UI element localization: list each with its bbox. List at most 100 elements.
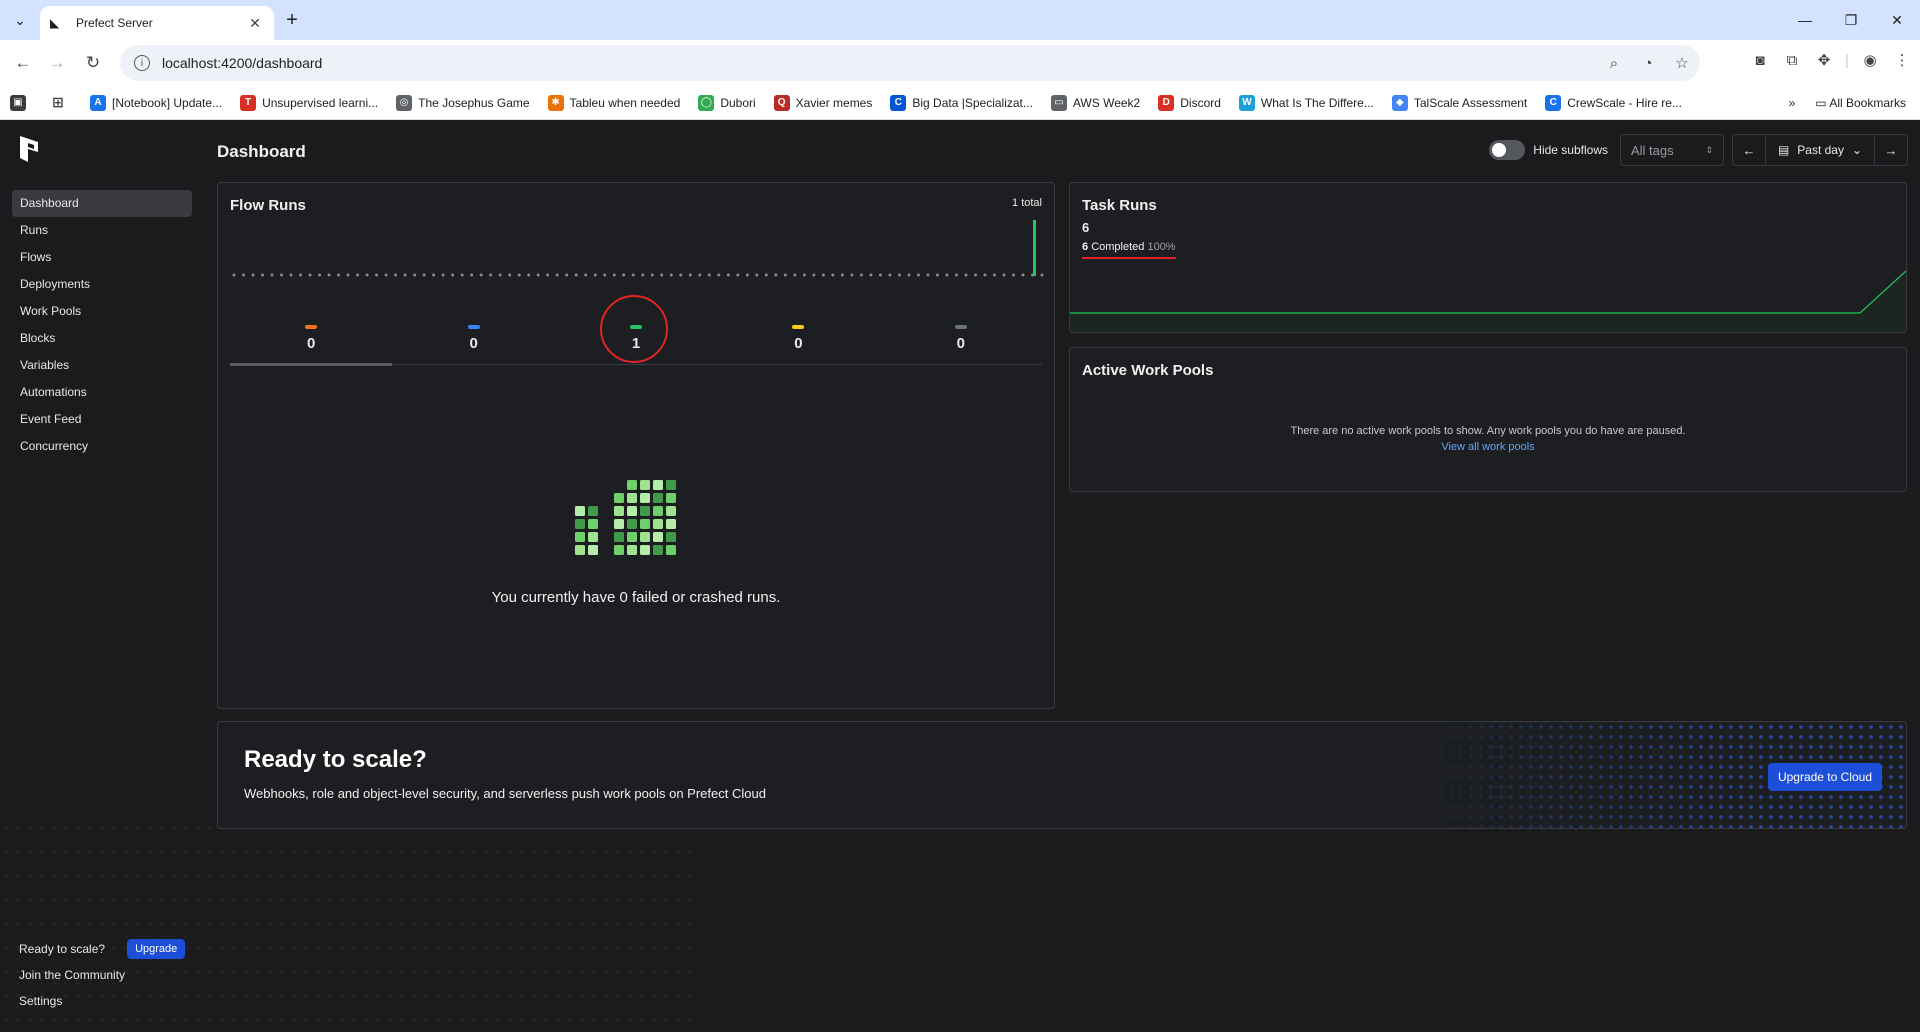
histogram-empty-dot bbox=[384, 273, 388, 277]
histogram-empty-dot bbox=[593, 273, 597, 277]
sidebar: Dashboard Runs Flows Deployments Work Pools B… bbox=[0, 120, 200, 1032]
page-title: Dashboard bbox=[217, 142, 306, 161]
prefect-logo-icon[interactable] bbox=[18, 134, 42, 164]
upgrade-to-cloud-button[interactable]: Upgrade to Cloud bbox=[1767, 763, 1882, 791]
address-bar[interactable]: i localhost:4200/dashboard ⌕ ◔ ☆ bbox=[120, 45, 1700, 81]
completed-count: 6 bbox=[1082, 241, 1089, 253]
bookmark-item[interactable]: ◎ The Josephus Game bbox=[396, 94, 530, 111]
illustration-cell bbox=[640, 532, 650, 542]
histogram-empty-dot bbox=[679, 273, 683, 277]
state-count: 0 bbox=[956, 335, 965, 352]
bookmark-favicon-icon: ▭ bbox=[1050, 94, 1067, 111]
profile-icon[interactable]: ◉ bbox=[1860, 50, 1880, 70]
browser-tab[interactable]: ◣ Prefect Server ✕ bbox=[40, 6, 274, 40]
hide-subflows-toggle[interactable] bbox=[1489, 140, 1526, 160]
histogram-empty-dot bbox=[622, 273, 626, 277]
sidebar-item-work-pools[interactable]: Work Pools bbox=[12, 298, 192, 325]
sidebar-item-variables[interactable]: Variables bbox=[12, 352, 192, 379]
sidebar-item-flows[interactable]: Flows bbox=[12, 244, 192, 271]
tab-running[interactable]: 0 bbox=[392, 313, 554, 364]
sidebar-item-deployments[interactable]: Deployments bbox=[12, 271, 192, 298]
url-text[interactable]: localhost:4200/dashboard bbox=[162, 55, 322, 71]
tab-close-icon[interactable]: ✕ bbox=[246, 15, 264, 32]
sidebar-item-automations[interactable]: Automations bbox=[12, 379, 192, 406]
date-next-icon[interactable]: → bbox=[1875, 135, 1907, 165]
bookmark-item[interactable]: T Unsupervised learni... bbox=[240, 94, 378, 111]
histogram-empty-dot bbox=[403, 273, 407, 277]
bookmarks-bar: ▣ ⊞ A [Notebook] Update... T Unsupervised l… bbox=[0, 86, 1920, 120]
histogram-completed-bar[interactable] bbox=[1033, 220, 1036, 276]
task-runs-card: Task Runs 6 6 Completed 100% bbox=[1069, 182, 1907, 333]
view-all-work-pools-link[interactable]: View all work pools bbox=[1070, 441, 1906, 453]
restore-icon[interactable]: ❐ bbox=[1828, 0, 1874, 40]
bookmark-item[interactable]: ◯ Dubori bbox=[698, 94, 756, 111]
histogram-empty-dot bbox=[745, 273, 749, 277]
bookmark-item[interactable]: D Discord bbox=[1158, 94, 1221, 111]
bookmark-item[interactable]: W What Is The Differe... bbox=[1238, 94, 1374, 111]
completed-label: Completed bbox=[1091, 241, 1145, 253]
bookmark-star-icon[interactable]: ☆ bbox=[1672, 53, 1692, 73]
minimize-icon[interactable]: — bbox=[1782, 0, 1828, 40]
sidebar-item-event-feed[interactable]: Event Feed bbox=[12, 406, 192, 433]
sidebar-item-blocks[interactable]: Blocks bbox=[12, 325, 192, 352]
menu-kebab-icon[interactable]: ⋮ bbox=[1892, 50, 1912, 70]
new-tab-icon[interactable]: + bbox=[280, 8, 304, 32]
close-window-icon[interactable]: ✕ bbox=[1874, 0, 1920, 40]
zoom-icon[interactable]: ⌕ bbox=[1604, 53, 1624, 73]
date-range-select[interactable]: ▤ Past day ⌄ bbox=[1765, 135, 1875, 165]
histogram-empty-dot bbox=[850, 273, 854, 277]
bookmark-item[interactable]: C CrewScale - Hire re... bbox=[1545, 94, 1682, 111]
calendar-icon: ▤ bbox=[1777, 143, 1790, 157]
reload-icon[interactable]: ↻ bbox=[80, 50, 106, 76]
forward-icon[interactable]: → bbox=[44, 50, 70, 76]
settings-link[interactable]: Settings bbox=[19, 988, 199, 1014]
tags-select-value: All tags bbox=[1631, 142, 1674, 158]
camera-icon[interactable]: ◙ bbox=[1750, 50, 1770, 70]
back-icon[interactable]: ← bbox=[10, 50, 36, 76]
chevron-down-icon: ⌄ bbox=[1851, 143, 1863, 157]
bookmark-item[interactable]: A [Notebook] Update... bbox=[90, 94, 222, 111]
tab-search-icon[interactable]: ⌄ bbox=[8, 8, 32, 32]
tab-cancelled[interactable]: 0 bbox=[880, 313, 1042, 364]
upgrade-button[interactable]: Upgrade bbox=[127, 939, 186, 959]
histogram-empty-dot bbox=[299, 273, 303, 277]
bookmark-favicon-icon: W bbox=[1238, 94, 1255, 111]
bookmark-item[interactable]: Q Xavier memes bbox=[773, 94, 872, 111]
sidebar-item-dashboard[interactable]: Dashboard bbox=[12, 190, 192, 217]
bookmark-item[interactable]: C Big Data |Specializat... bbox=[890, 94, 1033, 111]
histogram-empty-dot bbox=[337, 273, 341, 277]
bookmark-item[interactable]: ▭ AWS Week2 bbox=[1050, 94, 1140, 111]
all-bookmarks-folder[interactable]: ▭ All Bookmarks bbox=[1815, 96, 1906, 110]
more-bookmarks-icon[interactable]: » bbox=[1789, 96, 1796, 110]
histogram-empty-dot bbox=[546, 273, 550, 277]
tab-title: Prefect Server bbox=[76, 16, 153, 30]
histogram-empty-dot bbox=[945, 273, 949, 277]
histogram-empty-dot bbox=[1011, 273, 1015, 277]
illustration-cell bbox=[666, 493, 676, 503]
illustration-cell bbox=[666, 545, 676, 555]
illustration-cell bbox=[640, 519, 650, 529]
histogram-empty-dot bbox=[869, 273, 873, 277]
bookmark-item[interactable]: ✱ Tableu when needed bbox=[547, 94, 680, 111]
tab-failed[interactable]: 0 bbox=[230, 313, 393, 366]
date-prev-icon[interactable]: ← bbox=[1733, 135, 1765, 165]
histogram-empty-dot bbox=[888, 273, 892, 277]
tags-select[interactable]: All tags ⇕ bbox=[1620, 134, 1724, 166]
histogram-empty-dot bbox=[717, 273, 721, 277]
join-community-link[interactable]: Join the Community bbox=[19, 962, 199, 988]
histogram-empty-dot bbox=[935, 273, 939, 277]
histogram-empty-dot bbox=[536, 273, 540, 277]
bookmark-label: TalScale Assessment bbox=[1413, 95, 1528, 110]
histogram-empty-dot bbox=[356, 273, 360, 277]
apps-icon[interactable]: ⊞ bbox=[50, 94, 72, 111]
sidebar-item-concurrency[interactable]: Concurrency bbox=[12, 433, 192, 460]
tab-scheduled[interactable]: 0 bbox=[717, 313, 879, 364]
tab-capture-icon[interactable]: ⧉ bbox=[1782, 50, 1802, 70]
bookmark-item[interactable]: ◆ TalScale Assessment bbox=[1391, 94, 1528, 111]
extensions-icon[interactable]: ✥ bbox=[1814, 50, 1834, 70]
divider: | bbox=[1845, 51, 1849, 69]
site-info-icon[interactable]: i bbox=[134, 55, 150, 71]
sidebar-item-runs[interactable]: Runs bbox=[12, 217, 192, 244]
sidebar-toggle-icon[interactable]: ▣ bbox=[10, 94, 32, 111]
performance-icon[interactable]: ◔ bbox=[1638, 53, 1658, 73]
